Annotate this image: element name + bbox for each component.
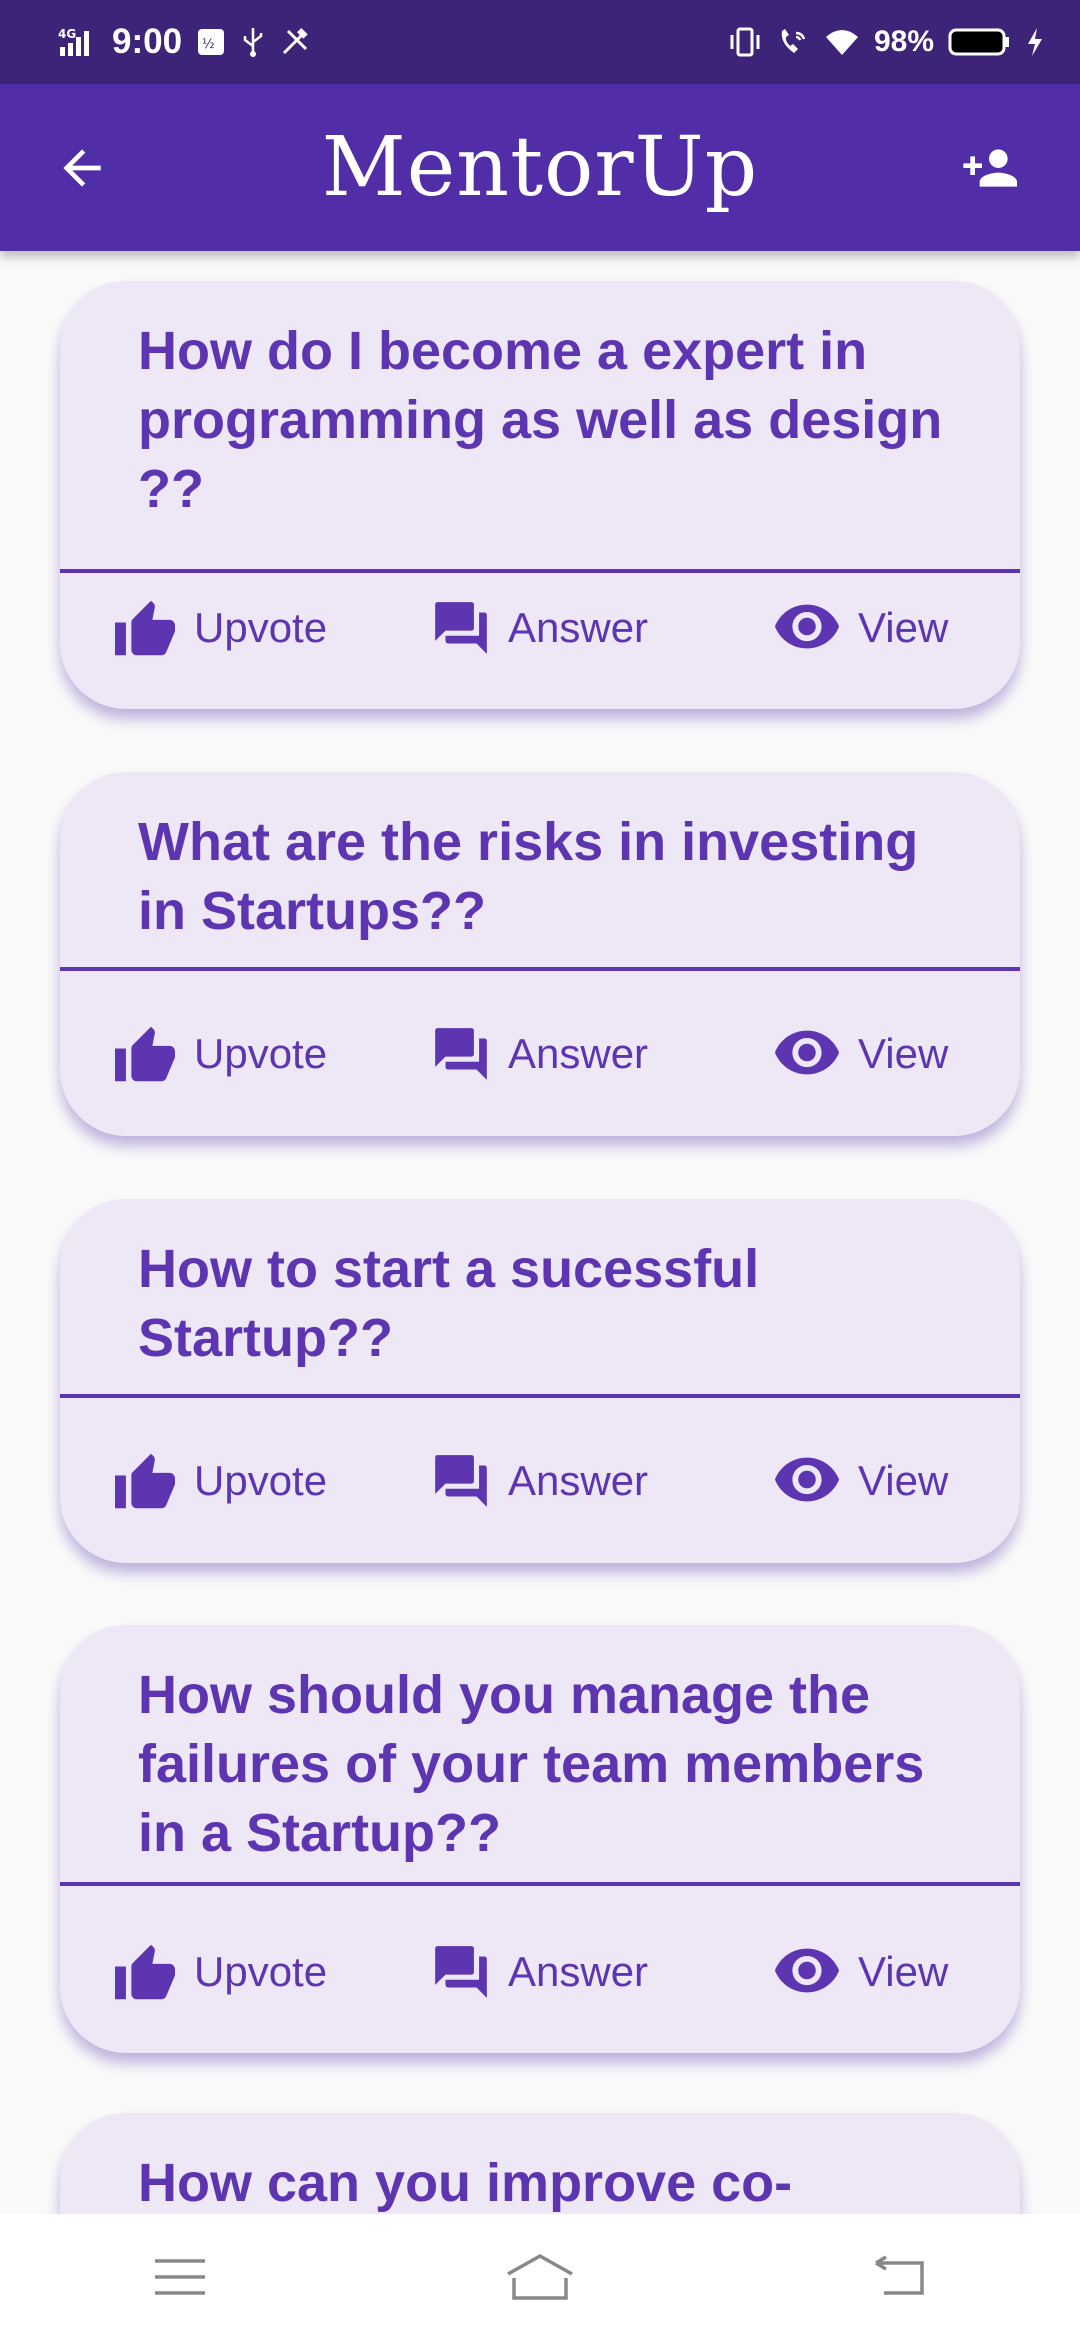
- thumb-up-icon: [112, 1942, 178, 2002]
- view-label: View: [858, 604, 949, 651]
- question-card[interactable]: How should you manage the failures of yo…: [60, 1625, 1020, 2053]
- wifi-calling-icon: [776, 27, 810, 57]
- answer-label: Answer: [508, 1030, 649, 1077]
- answer-button[interactable]: Answer: [430, 999, 648, 1109]
- usb-icon: [240, 26, 266, 58]
- question-title: How should you manage the failures of yo…: [138, 1665, 925, 1863]
- forum-icon: [430, 1941, 492, 2003]
- battery-percent: 98%: [873, 25, 934, 58]
- forum-icon: [430, 597, 492, 659]
- svg-text:½: ½: [202, 37, 215, 52]
- upvote-label: Upvote: [194, 1457, 328, 1504]
- upvote-button[interactable]: Upvote: [112, 999, 327, 1109]
- thumb-up-icon: [112, 598, 178, 658]
- question-title: What are the risks in investing in Start…: [138, 812, 919, 941]
- answer-label: Answer: [508, 1457, 649, 1504]
- upvote-label: Upvote: [194, 604, 328, 651]
- card-divider: [60, 1882, 1020, 1886]
- menu-icon[interactable]: [120, 2227, 240, 2327]
- question-list[interactable]: How do I become a expert in programming …: [0, 251, 1080, 2214]
- card-divider: [60, 967, 1020, 971]
- question-card[interactable]: How to start a sucessful Startup?? Upvot…: [60, 1199, 1020, 1563]
- eye-icon: [772, 1456, 842, 1506]
- arrow-back-icon[interactable]: [54, 140, 110, 201]
- answer-button[interactable]: Answer: [430, 573, 648, 683]
- charging-icon: [1026, 27, 1044, 57]
- answer-label: Answer: [508, 604, 649, 651]
- upvote-button[interactable]: Upvote: [112, 573, 327, 683]
- eye-icon: [772, 1029, 842, 1079]
- upvote-label: Upvote: [194, 1030, 328, 1077]
- view-button[interactable]: View: [772, 999, 948, 1109]
- vibrate-icon: [728, 27, 762, 57]
- question-card[interactable]: How do I become a expert in programming …: [60, 281, 1020, 709]
- answer-button[interactable]: Answer: [430, 1426, 648, 1536]
- app-title: MentorUp: [321, 120, 759, 215]
- view-button[interactable]: View: [772, 573, 948, 683]
- view-button[interactable]: View: [772, 1917, 948, 2027]
- eye-icon: [772, 1947, 842, 1997]
- forum-icon: [430, 1450, 492, 1512]
- upvote-button[interactable]: Upvote: [112, 1426, 327, 1536]
- answer-label: Answer: [508, 1948, 649, 1995]
- view-label: View: [858, 1948, 949, 1995]
- question-card[interactable]: What are the risks in investing in Start…: [60, 772, 1020, 1136]
- question-title: How to start a sucessful Startup??: [138, 1239, 760, 1368]
- view-button[interactable]: View: [772, 1426, 948, 1536]
- view-label: View: [858, 1030, 949, 1077]
- svg-text:4G: 4G: [58, 27, 76, 41]
- question-title: How can you improve co-: [138, 2153, 793, 2213]
- battery-icon: [948, 27, 1012, 57]
- signal-icon: 4G: [58, 27, 98, 57]
- app-bar: MentorUp: [0, 84, 1080, 251]
- status-time: 9:00: [112, 22, 183, 61]
- thumb-up-icon: [112, 1451, 178, 1511]
- home-icon[interactable]: [480, 2227, 600, 2327]
- upvote-label: Upvote: [194, 1948, 328, 1995]
- card-divider: [60, 1394, 1020, 1398]
- wifi-icon: [824, 27, 860, 57]
- status-bar: 4G 9:00 ½ 98%: [0, 0, 1080, 84]
- question-card[interactable]: How can you improve co-: [60, 2113, 1020, 2214]
- view-label: View: [858, 1457, 949, 1504]
- eye-icon: [772, 603, 842, 653]
- thumb-up-icon: [112, 1024, 178, 1084]
- tools-icon: [280, 27, 310, 57]
- back-icon[interactable]: [840, 2227, 960, 2327]
- question-title: How do I become a expert in programming …: [138, 321, 943, 519]
- person-add-icon[interactable]: [954, 140, 1024, 201]
- answer-button[interactable]: Answer: [430, 1917, 648, 2027]
- upvote-button[interactable]: Upvote: [112, 1917, 327, 2027]
- forum-icon: [430, 1023, 492, 1085]
- system-nav-bar: [0, 2214, 1080, 2340]
- notification-icon: ½: [196, 27, 226, 57]
